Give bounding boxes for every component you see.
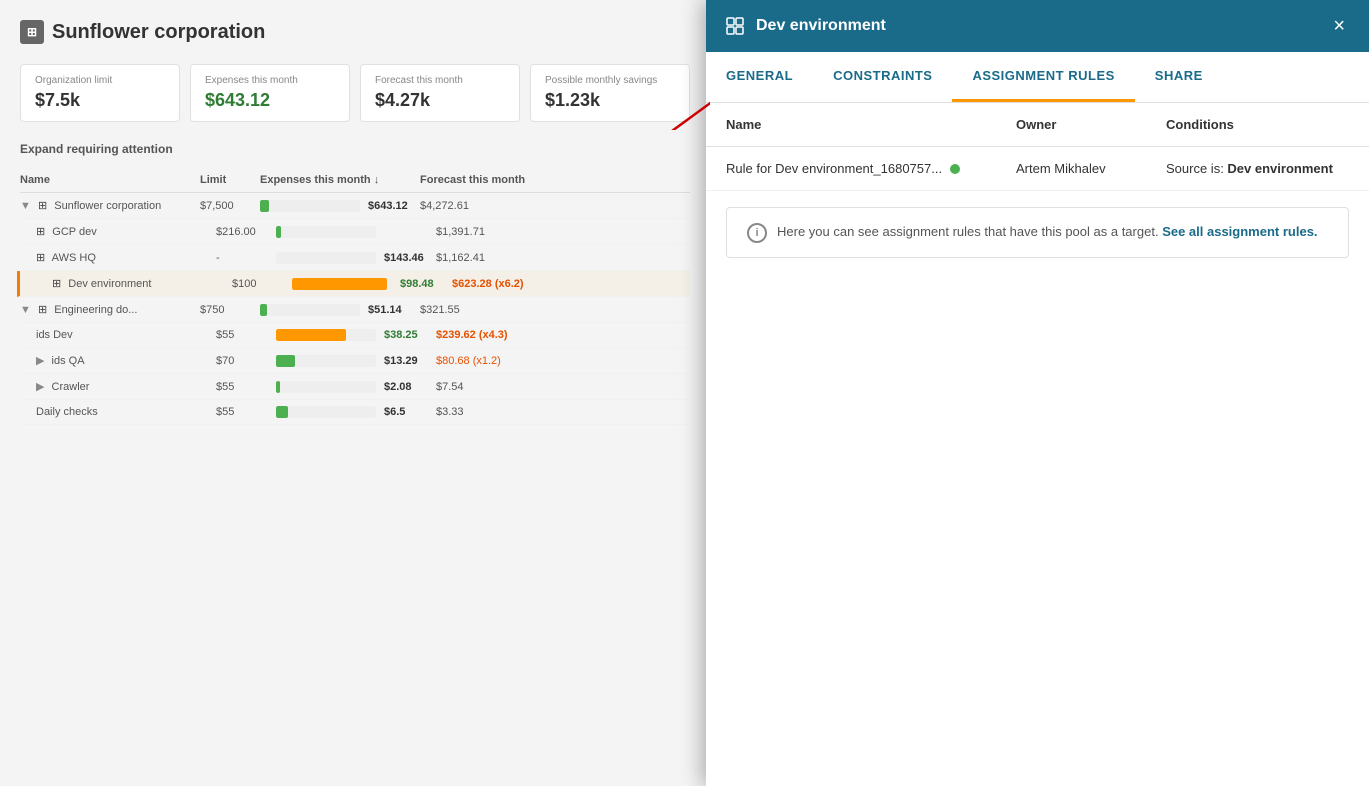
modal-body: Name Owner Conditions Rule for Dev envir… [706, 103, 1369, 786]
row-limit: $216.00 [216, 226, 276, 238]
assignment-rules-table: Name Owner Conditions Rule for Dev envir… [706, 103, 1369, 191]
stat-org-limit: Organization limit $7.5k [20, 64, 180, 122]
tab-constraints[interactable]: CONSTRAINTS [813, 52, 952, 102]
row-expense: $143.46 [276, 252, 436, 264]
row-expense: $6.5 [276, 406, 436, 418]
row-forecast: $7.54 [436, 381, 596, 393]
stat-org-limit-label: Organization limit [35, 75, 165, 86]
modal-tabs: GENERAL CONSTRAINTS ASSIGNMENT RULES SHA… [706, 52, 1369, 103]
ar-rule-name: Rule for Dev environment_1680757... [726, 161, 1016, 176]
stat-forecast-label: Forecast this month [375, 75, 505, 86]
col-header-limit: Limit [200, 174, 260, 186]
row-expense: $643.12 [260, 200, 420, 212]
row-name: ids Dev [36, 329, 216, 341]
row-limit: - [216, 252, 276, 264]
row-expense: $13.29 [276, 355, 436, 367]
row-name: ⊞ GCP dev [36, 225, 216, 238]
stats-row: Organization limit $7.5k Expenses this m… [20, 64, 690, 122]
row-limit: $7,500 [200, 200, 260, 212]
stat-savings: Possible monthly savings $1.23k [530, 64, 690, 122]
see-all-link[interactable]: See all assignment rules. [1162, 224, 1317, 239]
table-header-row: Name Limit Expenses this month ↓ Forecas… [20, 168, 690, 193]
table-row: ▶ ids QA $70 $13.29 $80.68 (x1.2) [20, 348, 690, 374]
status-active-dot [950, 164, 960, 174]
table-row: ▼ ⊞ Sunflower corporation $7,500 $643.12… [20, 193, 690, 219]
ar-header-owner: Owner [1016, 117, 1166, 132]
ar-table-row: Rule for Dev environment_1680757... Arte… [706, 147, 1369, 191]
ar-table-header: Name Owner Conditions [706, 103, 1369, 147]
stat-forecast: Forecast this month $4.27k [360, 64, 520, 122]
stat-savings-value: $1.23k [545, 90, 675, 111]
table-row: ⊞ AWS HQ - $143.46 $1,162.41 [20, 245, 690, 271]
row-expense [276, 226, 436, 238]
stat-forecast-value: $4.27k [375, 90, 505, 111]
rule-name-text: Rule for Dev environment_1680757... [726, 161, 942, 176]
stat-expenses-value: $643.12 [205, 90, 335, 111]
tab-general[interactable]: GENERAL [706, 52, 813, 102]
row-limit: $55 [216, 329, 276, 341]
row-forecast: $1,391.71 [436, 226, 596, 238]
row-forecast: $623.28 (x6.2) [452, 278, 612, 290]
background-table: Name Limit Expenses this month ↓ Forecas… [20, 168, 690, 425]
row-forecast: $80.68 (x1.2) [436, 355, 596, 367]
stat-expenses-label: Expenses this month [205, 75, 335, 86]
row-limit: $70 [216, 355, 276, 367]
row-expense: $98.48 [292, 278, 452, 290]
ar-rule-conditions: Source is: Dev environment [1166, 161, 1349, 176]
col-header-expense: Expenses this month ↓ [260, 174, 420, 186]
table-row: ▼ ⊞ Engineering do... $750 $51.14 $321.5… [20, 297, 690, 323]
row-name: ▶ ids QA [36, 354, 216, 367]
row-name: ▼ ⊞ Sunflower corporation [20, 199, 200, 212]
row-expense: $2.08 [276, 381, 436, 393]
info-text-content: Here you can see assignment rules that h… [777, 224, 1159, 239]
ar-header-name: Name [726, 117, 1016, 132]
org-title: Sunflower corporation [52, 21, 265, 44]
row-forecast: $1,162.41 [436, 252, 596, 264]
pool-icon [724, 15, 746, 37]
modal-panel: Dev environment × GENERAL CONSTRAINTS AS… [706, 0, 1369, 786]
row-name: ▶ Crawler [36, 380, 216, 393]
table-row: Daily checks $55 $6.5 $3.33 [20, 400, 690, 425]
table-row-dev-environment: ⊞ Dev environment $100 $98.48 $623.28 (x… [17, 271, 690, 297]
col-header-forecast: Forecast this month [420, 174, 580, 186]
row-limit: $55 [216, 406, 276, 418]
org-header: ⊞ Sunflower corporation [20, 20, 690, 44]
background-content: ⊞ Sunflower corporation Organization lim… [0, 0, 710, 786]
row-limit: $750 [200, 304, 260, 316]
row-name: ⊞ Dev environment [52, 277, 232, 290]
info-icon: i [747, 223, 767, 243]
row-name: Daily checks [36, 406, 216, 418]
row-forecast: $321.55 [420, 304, 580, 316]
row-forecast: $3.33 [436, 406, 596, 418]
org-icon: ⊞ [20, 20, 44, 44]
tab-assignment-rules[interactable]: ASSIGNMENT RULES [952, 52, 1134, 102]
col-header-name: Name [20, 174, 200, 186]
row-forecast: $239.62 (x4.3) [436, 329, 596, 341]
expand-label: Expand requiring attention [20, 142, 690, 156]
table-row: ⊞ GCP dev $216.00 $1,391.71 [20, 219, 690, 245]
row-limit: $100 [232, 278, 292, 290]
tab-share[interactable]: SHARE [1135, 52, 1223, 102]
row-name: ▼ ⊞ Engineering do... [20, 303, 200, 316]
stat-savings-label: Possible monthly savings [545, 75, 675, 86]
stat-org-limit-value: $7.5k [35, 90, 165, 111]
table-row: ▶ Crawler $55 $2.08 $7.54 [20, 374, 690, 400]
row-expense: $38.25 [276, 329, 436, 341]
ar-header-conditions: Conditions [1166, 117, 1349, 132]
row-expense: $51.14 [260, 304, 420, 316]
condition-value: Dev environment [1227, 161, 1332, 176]
info-text: Here you can see assignment rules that h… [777, 222, 1318, 242]
close-button[interactable]: × [1327, 14, 1351, 38]
modal-title-text: Dev environment [756, 17, 886, 35]
ar-rule-owner: Artem Mikhalev [1016, 161, 1166, 176]
row-forecast: $4,272.61 [420, 200, 580, 212]
info-banner: i Here you can see assignment rules that… [726, 207, 1349, 258]
table-row: ids Dev $55 $38.25 $239.62 (x4.3) [20, 323, 690, 348]
row-name: ⊞ AWS HQ [36, 251, 216, 264]
modal-header: Dev environment × [706, 0, 1369, 52]
row-limit: $55 [216, 381, 276, 393]
stat-expenses: Expenses this month $643.12 [190, 64, 350, 122]
modal-title: Dev environment [724, 15, 886, 37]
